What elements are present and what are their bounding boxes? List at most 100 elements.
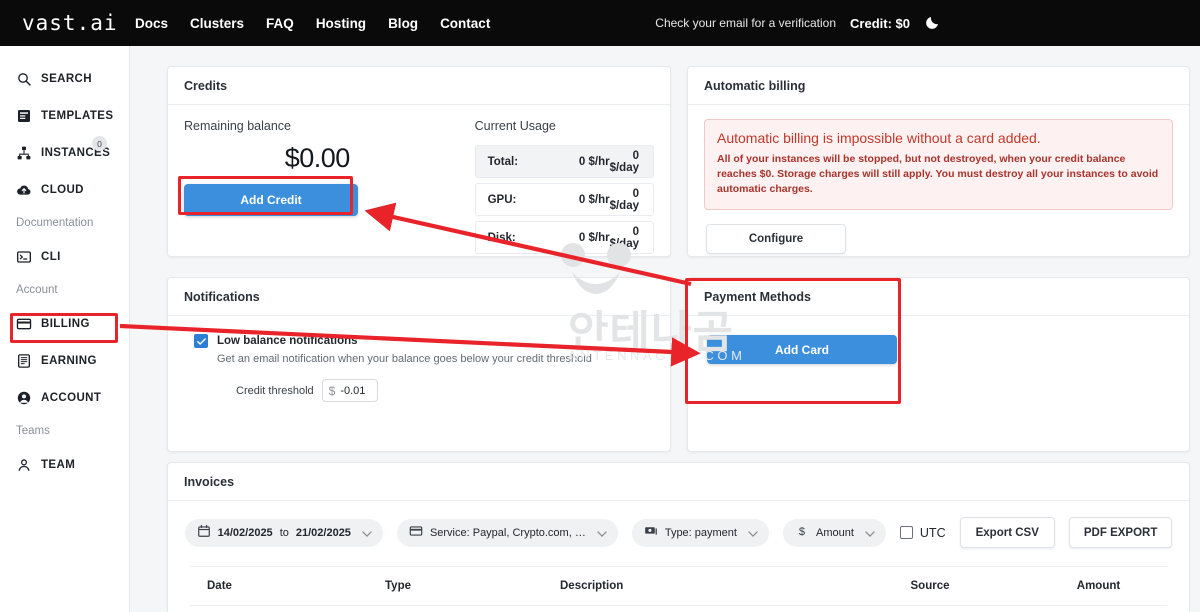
current-usage-label: Current Usage [474,119,556,133]
credits-body: Remaining balance $0.00 Add Credit Curre… [168,105,670,259]
sidebar: SEARCH TEMPLATES INSTANCES 0 CLOUD Docum… [0,46,130,612]
date-range-filter[interactable]: 14/02/2025 to 21/02/2025 [184,518,383,547]
low-balance-row[interactable]: Low balance notifications [194,334,670,348]
top-nav-links: Docs Clusters FAQ Hosting Blog Contact [135,16,490,31]
remaining-balance-label: Remaining balance [184,119,292,133]
brand-logo[interactable]: vast.ai [0,11,130,35]
payment-methods-card: Payment Methods Add Card [687,277,1190,452]
usage-row-hourly: 0 $/hr [578,155,610,168]
sidebar-section-documentation: Documentation [16,217,94,229]
nav-link-faq[interactable]: FAQ [266,16,294,31]
usage-table: Total: 0 $/hr 0 $/day GPU: 0 $/hr 0 $/da… [474,145,654,254]
invoices-table-header: Date Type Description Source Amount [190,567,1167,605]
credit-threshold-value: -0.01 [340,384,366,397]
top-navigation-bar: vast.ai Docs Clusters FAQ Hosting Blog C… [0,0,1200,46]
service-filter-label: Service: Paypal, Crypto.com, … [429,526,586,539]
utc-checkbox[interactable] [899,526,913,539]
sidebar-item-instances[interactable]: INSTANCES 0 [0,134,129,171]
chevron-down-icon [595,527,607,538]
current-usage-section: Current Usage Total: 0 $/hr 0 $/day GPU:… [451,119,654,259]
verification-notice: Check your email for a verification [655,16,837,30]
cli-icon [16,249,32,265]
low-balance-description: Get an email notification when your bala… [217,353,592,365]
credit-card-icon [409,524,423,541]
sidebar-item-account[interactable]: ACCOUNT [0,379,129,416]
dollar-sign-icon: $ [795,524,809,541]
service-filter[interactable]: Service: Paypal, Crypto.com, … [396,518,618,547]
usage-row-daily: 0 $/day [609,187,640,212]
usage-row-total: Total: 0 $/hr 0 $/day [474,145,654,178]
sidebar-item-label: EARNING [41,354,97,367]
column-header-description[interactable]: Description [560,580,830,592]
sidebar-item-billing[interactable]: BILLING [0,305,129,342]
date-range-to: 21/02/2025 [295,526,351,539]
date-range-joiner: to [279,526,289,539]
usage-row-daily: 0 $/day [609,149,640,174]
sidebar-item-search[interactable]: SEARCH [0,60,129,97]
sidebar-item-label: ACCOUNT [41,391,102,404]
add-credit-button[interactable]: Add Credit [184,184,358,216]
cloud-icon [16,182,32,198]
column-header-source[interactable]: Source [830,580,1030,592]
nav-link-hosting[interactable]: Hosting [316,16,366,31]
chevron-down-icon [863,527,875,538]
utc-toggle[interactable]: UTC [899,526,946,540]
invoices-empty-body [190,605,1167,612]
sidebar-item-team[interactable]: TEAM [0,446,129,483]
search-icon [16,71,32,87]
svg-text:$: $ [799,526,805,538]
dollar-icon: $ [328,383,336,398]
usage-row-hourly: 0 $/hr [578,231,610,244]
remaining-balance-section: Remaining balance $0.00 Add Credit [184,119,451,259]
team-icon [16,457,32,473]
sidebar-item-label: CLOUD [41,183,84,196]
alert-title: Automatic billing is impossible without … [717,130,1041,146]
usage-row-name: Total: [487,155,519,168]
usage-row-disk: Disk: 0 $/hr 0 $/day [474,221,654,254]
page-root: vast.ai Docs Clusters FAQ Hosting Blog C… [0,0,1200,612]
nav-link-contact[interactable]: Contact [440,16,490,31]
type-filter[interactable]: Type: payment [631,518,769,547]
credit-threshold-input[interactable]: $ -0.01 [321,379,378,402]
sidebar-item-templates[interactable]: TEMPLATES [0,97,129,134]
configure-button[interactable]: Configure [706,223,846,254]
sidebar-item-earning[interactable]: EARNING [0,342,129,379]
templates-icon [16,108,32,124]
earning-icon [16,353,32,369]
calendar-icon [197,524,211,541]
nav-link-clusters[interactable]: Clusters [190,16,244,31]
alert-body: All of your instances will be stopped, b… [717,153,1159,196]
nav-link-blog[interactable]: Blog [388,16,418,31]
notifications-card: Notifications Low balance notifications … [167,277,671,452]
date-range-from: 14/02/2025 [217,526,273,539]
instances-icon [16,145,32,161]
usage-row-name: GPU: [487,193,517,206]
sidebar-item-cli[interactable]: CLI [0,238,129,275]
automatic-billing-title: Automatic billing [688,67,1189,105]
export-csv-button[interactable]: Export CSV [959,517,1055,548]
automatic-billing-alert: Automatic billing is impossible without … [704,119,1173,210]
invoice-filters: 14/02/2025 to 21/02/2025 Service: Paypal… [168,501,1189,548]
credits-title: Credits [168,67,670,105]
column-header-amount[interactable]: Amount [1030,580,1167,592]
sidebar-item-label: SEARCH [41,72,92,85]
credit-indicator[interactable]: Credit: $0 [850,16,910,31]
usage-row-gpu: GPU: 0 $/hr 0 $/day [474,183,654,216]
credits-card: Credits Remaining balance $0.00 Add Cred… [167,66,671,257]
amount-filter[interactable]: $ Amount [782,518,886,547]
add-card-button[interactable]: Add Card [707,335,897,364]
low-balance-checkbox[interactable] [194,334,208,348]
account-person-icon [16,390,32,406]
column-header-type[interactable]: Type [385,580,560,592]
invoices-table: Date Type Description Source Amount [190,566,1167,612]
moon-icon[interactable] [924,15,940,31]
usage-row-daily: 0 $/day [609,225,640,250]
payment-methods-title: Payment Methods [688,278,1189,316]
automatic-billing-card: Automatic billing Automatic billing is i… [687,66,1190,257]
usage-row-hourly: 0 $/hr [578,193,610,206]
nav-link-docs[interactable]: Docs [135,16,168,31]
pdf-export-button[interactable]: PDF EXPORT [1068,517,1173,548]
column-header-date[interactable]: Date [190,580,385,592]
credit-threshold-row: Credit threshold $ -0.01 [236,379,670,402]
sidebar-item-cloud[interactable]: CLOUD [0,171,129,208]
